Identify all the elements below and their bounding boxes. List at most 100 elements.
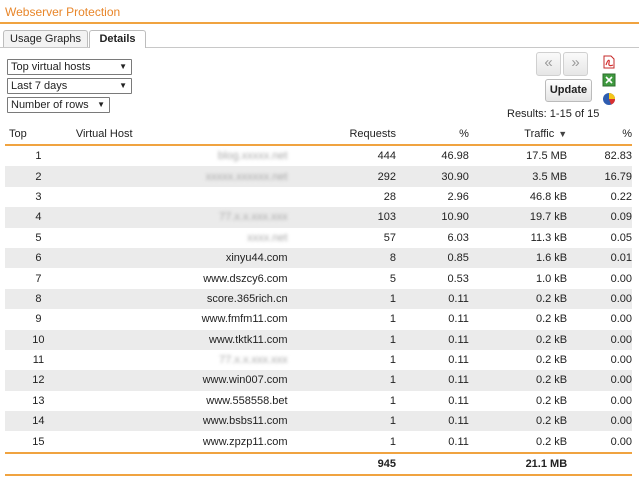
rows-value: Number of rows (11, 99, 89, 111)
tab-details[interactable]: Details (89, 30, 146, 48)
pdf-export-icon[interactable] (602, 55, 616, 69)
period-select[interactable]: Last 7 days ▼ (7, 78, 132, 94)
row-traffic-text: 1.0 kB (535, 272, 568, 285)
row-traffic-pct: 0.01 (567, 247, 632, 269)
table-row[interactable]: 12 www.win007.com 1 0.11 0.2 kB 0.00 (5, 370, 632, 391)
table-row[interactable]: 14 www.bsbs11.com 1 0.11 0.2 kB 0.00 (5, 411, 632, 432)
row-rank: 10 (5, 329, 72, 350)
table-row[interactable]: 8 score.365rich.cn 1 0.11 0.2 kB 0.00 (5, 288, 632, 310)
row-traffic-pct-text: 0.09 (610, 211, 632, 224)
total-requests: 945 (287, 451, 396, 476)
row-requests-pct-text: 0.11 (448, 333, 469, 346)
row-requests-text: 444 (377, 150, 396, 163)
results-count: Results: 1-15 of 15 (507, 108, 600, 120)
row-requests: 1 (287, 288, 396, 310)
row-rank: 2 (5, 166, 72, 187)
row-traffic-text: 0.2 kB (535, 415, 568, 428)
row-virtual-host: www.win007.com (71, 370, 288, 391)
row-traffic-pct: 82.83 (567, 145, 632, 167)
row-requests-pct: 0.11 (395, 411, 469, 432)
table-header-row: Top Virtual Host Requests % Traffic ▼ % (5, 124, 632, 146)
table-row[interactable]: 3 28 2.96 46.8 kB 0.22 (5, 186, 632, 208)
table-row[interactable]: 5 xxxx.net 57 6.03 11.3 kB 0.05 (5, 227, 632, 248)
column-header-requests-pct[interactable]: % (395, 124, 469, 146)
row-rank-text: 9 (35, 313, 42, 326)
row-requests-text: 1 (389, 415, 396, 428)
row-requests-pct: 0.53 (395, 268, 469, 289)
row-requests-text: 1 (389, 435, 396, 448)
dropdown-arrow-icon: ▼ (119, 62, 127, 71)
chart-icon[interactable] (602, 92, 616, 106)
next-page-button[interactable]: » (563, 52, 588, 76)
row-traffic: 19.7 kB (468, 207, 568, 228)
row-traffic-text: 17.5 MB (526, 150, 568, 163)
row-requests-pct: 30.90 (395, 166, 469, 187)
tab-usage-graphs[interactable]: Usage Graphs (3, 30, 88, 47)
row-traffic-pct-text: 0.05 (610, 231, 632, 244)
column-header-requests[interactable]: Requests (287, 124, 396, 146)
excel-export-icon[interactable] (602, 73, 616, 87)
row-requests: 8 (287, 247, 396, 269)
row-traffic-pct-text: 0.01 (610, 252, 632, 265)
table-row[interactable]: 13 www.558558.bet 1 0.11 0.2 kB 0.00 (5, 390, 632, 412)
row-virtual-host: www.558558.bet (71, 390, 288, 412)
column-header-virtual-host[interactable]: Virtual Host (71, 124, 288, 146)
row-rank-text: 15 (32, 435, 45, 448)
rows-select[interactable]: Number of rows ▼ (7, 97, 110, 113)
row-rank-text: 3 (35, 190, 42, 203)
table-row[interactable]: 4 77.x.x.xxx.xxx 103 10.90 19.7 kB 0.09 (5, 207, 632, 228)
update-button[interactable]: Update (545, 79, 592, 102)
table-row[interactable]: 11 77.x.x.xxx.xxx 1 0.11 0.2 kB 0.00 (5, 349, 632, 371)
row-requests-text: 1 (389, 374, 396, 387)
row-traffic: 0.2 kB (468, 370, 568, 391)
previous-page-button[interactable]: « (536, 52, 561, 76)
row-virtual-host-text: www.fmfm11.com (201, 313, 288, 326)
period-value: Last 7 days (11, 80, 68, 92)
table-row[interactable]: 10 www.tktk11.com 1 0.11 0.2 kB 0.00 (5, 329, 632, 350)
row-traffic: 0.2 kB (468, 431, 568, 453)
row-traffic-pct-text: 0.00 (610, 272, 632, 285)
row-traffic-pct: 0.22 (567, 186, 632, 208)
table-row[interactable]: 6 xinyu44.com 8 0.85 1.6 kB 0.01 (5, 247, 632, 269)
row-virtual-host-text: www.dszcy6.com (203, 272, 288, 285)
row-requests-pct-text: 30.90 (441, 170, 469, 183)
row-virtual-host-text: www.bsbs11.com (202, 415, 288, 428)
table-row[interactable]: 15 www.zpzp11.com 1 0.11 0.2 kB 0.00 (5, 431, 632, 453)
row-virtual-host: 77.x.x.xxx.xxx (71, 207, 288, 228)
column-header-traffic-pct[interactable]: % (567, 124, 632, 146)
column-header-traffic[interactable]: Traffic ▼ (468, 124, 568, 146)
report-type-select[interactable]: Top virtual hosts ▼ (7, 59, 132, 75)
row-virtual-host-text: blog.xxxxx.net (217, 150, 288, 163)
row-traffic-text: 0.2 kB (535, 313, 568, 326)
row-traffic-text: 0.2 kB (535, 354, 568, 367)
row-requests-pct: 2.96 (395, 186, 469, 208)
row-rank-text: 14 (32, 415, 45, 428)
row-traffic-pct-text: 0.00 (610, 292, 632, 305)
row-virtual-host: xxxxx.xxxxxx.net (71, 166, 288, 187)
row-requests-text: 1 (389, 394, 396, 407)
row-traffic: 0.2 kB (468, 329, 568, 350)
row-requests: 57 (287, 227, 396, 248)
row-rank: 1 (5, 145, 72, 167)
row-requests-text: 5 (389, 272, 396, 285)
table-row[interactable]: 1 blog.xxxxx.net 444 46.98 17.5 MB 82.83 (5, 145, 632, 167)
row-requests: 1 (287, 390, 396, 412)
row-requests-pct: 0.11 (395, 309, 469, 330)
row-rank-text: 13 (32, 394, 45, 407)
table-row[interactable]: 2 xxxxx.xxxxxx.net 292 30.90 3.5 MB 16.79 (5, 166, 632, 187)
row-requests-pct-text: 10.90 (441, 211, 469, 224)
table-row[interactable]: 7 www.dszcy6.com 5 0.53 1.0 kB 0.00 (5, 268, 632, 289)
row-requests: 5 (287, 268, 396, 289)
report-type-value: Top virtual hosts (11, 61, 91, 73)
table-row[interactable]: 9 www.fmfm11.com 1 0.11 0.2 kB 0.00 (5, 309, 632, 330)
row-requests-pct-text: 0.53 (447, 272, 469, 285)
row-rank-text: 4 (35, 211, 42, 224)
row-rank-text: 1 (35, 150, 42, 163)
row-rank-text: 2 (35, 170, 42, 183)
row-virtual-host-text: www.win007.com (202, 374, 288, 387)
row-traffic-pct: 0.00 (567, 431, 632, 453)
row-requests-pct-text: 46.98 (441, 150, 469, 163)
row-traffic-pct-text: 0.00 (610, 333, 632, 346)
row-rank: 9 (5, 309, 72, 330)
column-header-top[interactable]: Top (5, 124, 72, 146)
